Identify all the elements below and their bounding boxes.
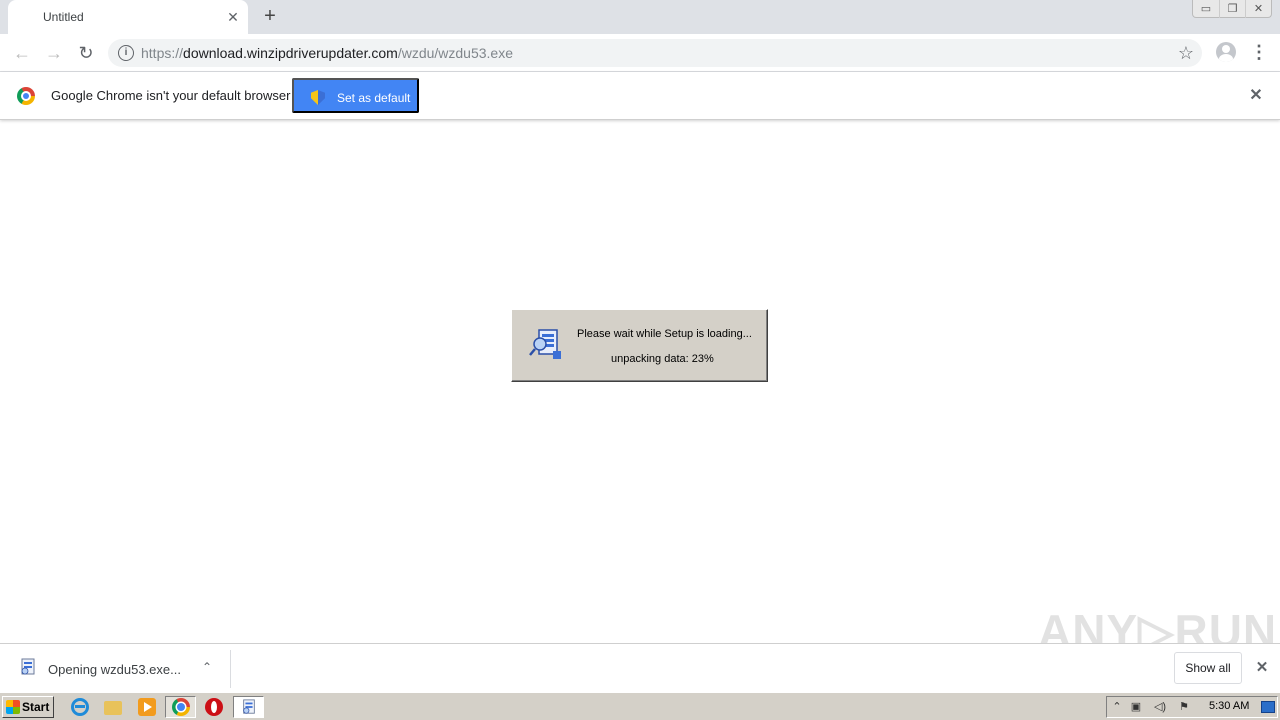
- profile-avatar-icon[interactable]: [1216, 42, 1236, 62]
- show-all-downloads-button[interactable]: Show all: [1174, 652, 1242, 684]
- window-close-button[interactable]: ✕: [1245, 0, 1271, 18]
- taskbar-setup-button[interactable]: [233, 696, 264, 718]
- tab-close-icon[interactable]: ✕: [225, 9, 241, 25]
- url-text[interactable]: https://download.winzipdriverupdater.com…: [141, 45, 513, 61]
- system-tray: ⌃ ▣ ◁) ⚑ 5:30 AM: [1106, 696, 1278, 718]
- bookmark-star-icon[interactable]: ☆: [1178, 42, 1194, 64]
- chrome-taskbar-icon: [172, 698, 190, 716]
- start-button[interactable]: Start: [2, 696, 54, 718]
- taskbar-clock[interactable]: 5:30 AM: [1209, 700, 1249, 712]
- volume-icon[interactable]: ◁): [1153, 700, 1167, 714]
- infobar-close-icon[interactable]: ✕: [1246, 86, 1266, 106]
- tab-title: Untitled: [43, 10, 84, 24]
- windows-taskbar: Start ⌃ ▣ ◁) ⚑ 5:30 AM: [0, 692, 1280, 720]
- url-scheme: https://: [141, 45, 184, 61]
- set-as-default-label: Set as default: [337, 91, 411, 105]
- infobar-message: Google Chrome isn't your default browser: [51, 88, 291, 103]
- network-icon[interactable]: ▣: [1129, 700, 1143, 714]
- show-desktop-icon[interactable]: [1261, 701, 1275, 713]
- media-player-icon[interactable]: [138, 698, 156, 716]
- minimize-button[interactable]: ▭: [1193, 0, 1219, 18]
- url-host: download.winzipdriverupdater.com: [183, 45, 398, 61]
- site-info-icon[interactable]: i: [118, 45, 134, 61]
- opera-icon[interactable]: [205, 698, 223, 716]
- download-shelf: Opening wzdu53.exe... ⌃ Show all ✕: [0, 643, 1280, 692]
- download-item-label[interactable]: Opening wzdu53.exe...: [48, 662, 181, 677]
- setup-progress-text: unpacking data: 23%: [611, 353, 714, 365]
- back-button[interactable]: ←: [10, 41, 34, 65]
- taskbar-chrome-button[interactable]: [165, 696, 196, 718]
- start-label: Start: [22, 700, 50, 714]
- forward-button[interactable]: →: [42, 41, 66, 65]
- tab-untitled[interactable]: Untitled ✕: [8, 0, 248, 34]
- tray-expand-icon[interactable]: ⌃: [1110, 700, 1124, 714]
- setup-installer-icon: [529, 329, 561, 359]
- file-explorer-icon[interactable]: [104, 701, 122, 715]
- download-divider: [230, 650, 231, 688]
- url-path: /wzdu/wzdu53.exe: [397, 45, 514, 61]
- address-bar[interactable]: i https://download.winzipdriverupdater.c…: [108, 39, 1202, 67]
- action-center-flag-icon[interactable]: ⚑: [1177, 700, 1191, 714]
- new-tab-button[interactable]: +: [259, 6, 281, 28]
- browser-toolbar: ← → ↻ i https://download.winzipdriverupd…: [0, 34, 1280, 72]
- window-controls: ▭ ❐ ✕: [1192, 0, 1272, 18]
- restore-button[interactable]: ❐: [1219, 0, 1245, 18]
- default-browser-infobar: Google Chrome isn't your default browser…: [0, 72, 1280, 120]
- tab-strip: Untitled ✕ + ▭ ❐ ✕: [0, 0, 1280, 34]
- reload-button[interactable]: ↻: [74, 41, 98, 65]
- uac-shield-icon: [311, 90, 325, 105]
- set-as-default-button[interactable]: Set as default: [292, 78, 419, 113]
- download-shelf-close-icon[interactable]: ✕: [1252, 658, 1272, 678]
- browser-menu-icon[interactable]: ⋮: [1250, 41, 1268, 65]
- setup-wait-message: Please wait while Setup is loading...: [577, 328, 752, 340]
- setup-taskbar-icon: [243, 699, 255, 714]
- download-file-icon: [21, 658, 35, 675]
- internet-explorer-icon[interactable]: [71, 698, 89, 716]
- download-options-chevron-icon[interactable]: ⌃: [198, 658, 216, 676]
- setup-loading-dialog: Please wait while Setup is loading... un…: [511, 309, 768, 382]
- chrome-logo-icon: [17, 87, 35, 105]
- windows-flag-icon: [6, 700, 20, 714]
